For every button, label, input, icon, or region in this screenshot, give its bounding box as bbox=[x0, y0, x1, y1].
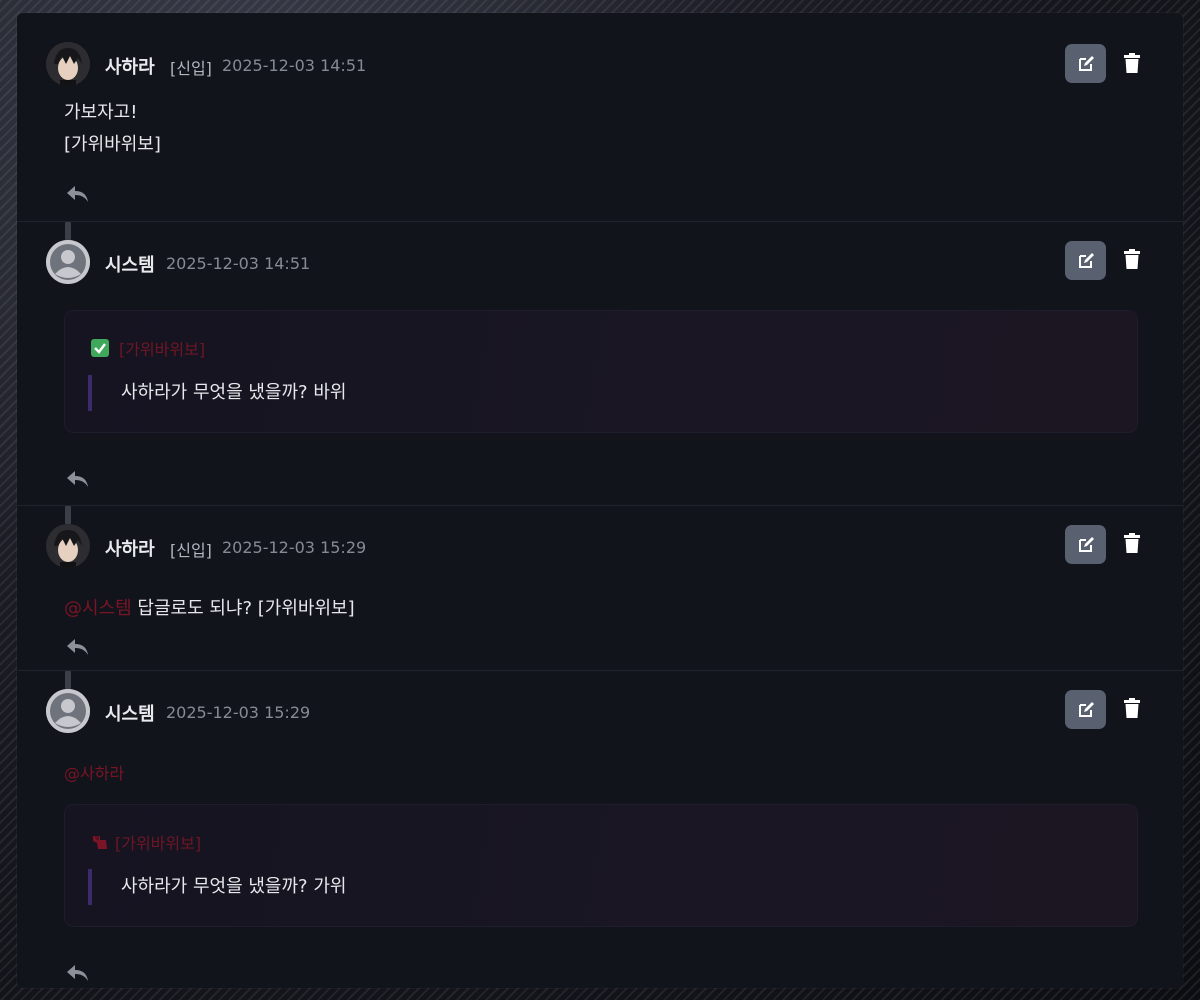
edit-icon bbox=[1078, 252, 1094, 268]
comment-item: 시스템 2025-12-03 14:51 [가위바위보] 사하라가 무엇을 냈을… bbox=[17, 222, 1183, 506]
mention-link[interactable]: @시스템 bbox=[64, 598, 132, 619]
thread-connector bbox=[65, 222, 71, 240]
comment-line: [가위바위보] bbox=[64, 134, 161, 155]
edit-button[interactable] bbox=[1065, 44, 1106, 83]
comment-body: @사하라 bbox=[64, 758, 124, 790]
comment-line: 가보자고! bbox=[64, 102, 138, 123]
author-name[interactable]: 사하라 bbox=[105, 535, 155, 561]
avatar[interactable] bbox=[46, 689, 90, 733]
edit-icon bbox=[1078, 55, 1094, 71]
dice-result-text: 사하라가 무엇을 냈을까? 가위 bbox=[121, 876, 347, 897]
thread-connector bbox=[65, 671, 71, 689]
trash-icon bbox=[1124, 53, 1140, 73]
edit-button[interactable] bbox=[1065, 690, 1106, 729]
mention-link[interactable]: @사하라 bbox=[64, 764, 124, 783]
timestamp: 2025-12-03 14:51 bbox=[166, 254, 311, 273]
reply-icon[interactable] bbox=[66, 184, 90, 204]
dice-result-card: [가위바위보] 사하라가 무엇을 냈을까? 가위 bbox=[64, 804, 1138, 927]
quote-bar bbox=[88, 869, 92, 905]
comment-body: @시스템 답글로도 되냐? [가위바위보] bbox=[64, 593, 355, 625]
thread-connector bbox=[65, 506, 71, 524]
dice-result-card: [가위바위보] 사하라가 무엇을 냈을까? 바위 bbox=[64, 310, 1138, 433]
avatar[interactable] bbox=[46, 524, 90, 568]
quote-bar bbox=[88, 375, 92, 411]
author-name[interactable]: 사하라 bbox=[105, 53, 155, 79]
timestamp: 2025-12-03 15:29 bbox=[166, 703, 311, 722]
author-name[interactable]: 시스템 bbox=[105, 700, 155, 726]
trash-icon bbox=[1124, 698, 1140, 718]
dice-title: [가위바위보] bbox=[119, 340, 206, 359]
dice-title: [가위바위보] bbox=[115, 834, 202, 853]
comment-text: 답글로도 되냐? [가위바위보] bbox=[131, 598, 355, 619]
reply-icon[interactable] bbox=[66, 963, 90, 983]
delete-button[interactable] bbox=[1123, 247, 1141, 271]
reply-icon[interactable] bbox=[66, 469, 90, 489]
edit-icon bbox=[1078, 701, 1094, 717]
avatar[interactable] bbox=[46, 42, 90, 86]
author-rank: [신입] bbox=[170, 541, 212, 560]
delete-button[interactable] bbox=[1123, 51, 1141, 75]
timestamp: 2025-12-03 14:51 bbox=[222, 56, 367, 75]
dice-result-text: 사하라가 무엇을 냈을까? 바위 bbox=[121, 382, 347, 403]
trash-icon bbox=[1124, 249, 1140, 269]
avatar[interactable] bbox=[46, 240, 90, 284]
edit-icon bbox=[1078, 536, 1094, 552]
marker-icon bbox=[93, 836, 107, 849]
timestamp: 2025-12-03 15:29 bbox=[222, 538, 367, 557]
author-name[interactable]: 시스템 bbox=[105, 251, 155, 277]
comment-panel: 사하라 [신입] 2025-12-03 14:51 가보자고! [가위바위보] bbox=[17, 13, 1183, 988]
comment-item: 시스템 2025-12-03 15:29 @사하라 [가위바위보] 사하라가 무… bbox=[17, 671, 1183, 988]
reply-icon[interactable] bbox=[66, 637, 90, 657]
trash-icon bbox=[1124, 533, 1140, 553]
comment-item: 사하라 [신입] 2025-12-03 15:29 @시스템 답글로도 되냐? … bbox=[17, 506, 1183, 671]
check-icon bbox=[91, 339, 109, 357]
edit-button[interactable] bbox=[1065, 525, 1106, 564]
comment-item: 사하라 [신입] 2025-12-03 14:51 가보자고! [가위바위보] bbox=[17, 13, 1183, 222]
edit-button[interactable] bbox=[1065, 241, 1106, 280]
delete-button[interactable] bbox=[1123, 696, 1141, 720]
delete-button[interactable] bbox=[1123, 531, 1141, 555]
comment-body: 가보자고! [가위바위보] bbox=[64, 97, 161, 161]
author-rank: [신입] bbox=[170, 59, 212, 78]
